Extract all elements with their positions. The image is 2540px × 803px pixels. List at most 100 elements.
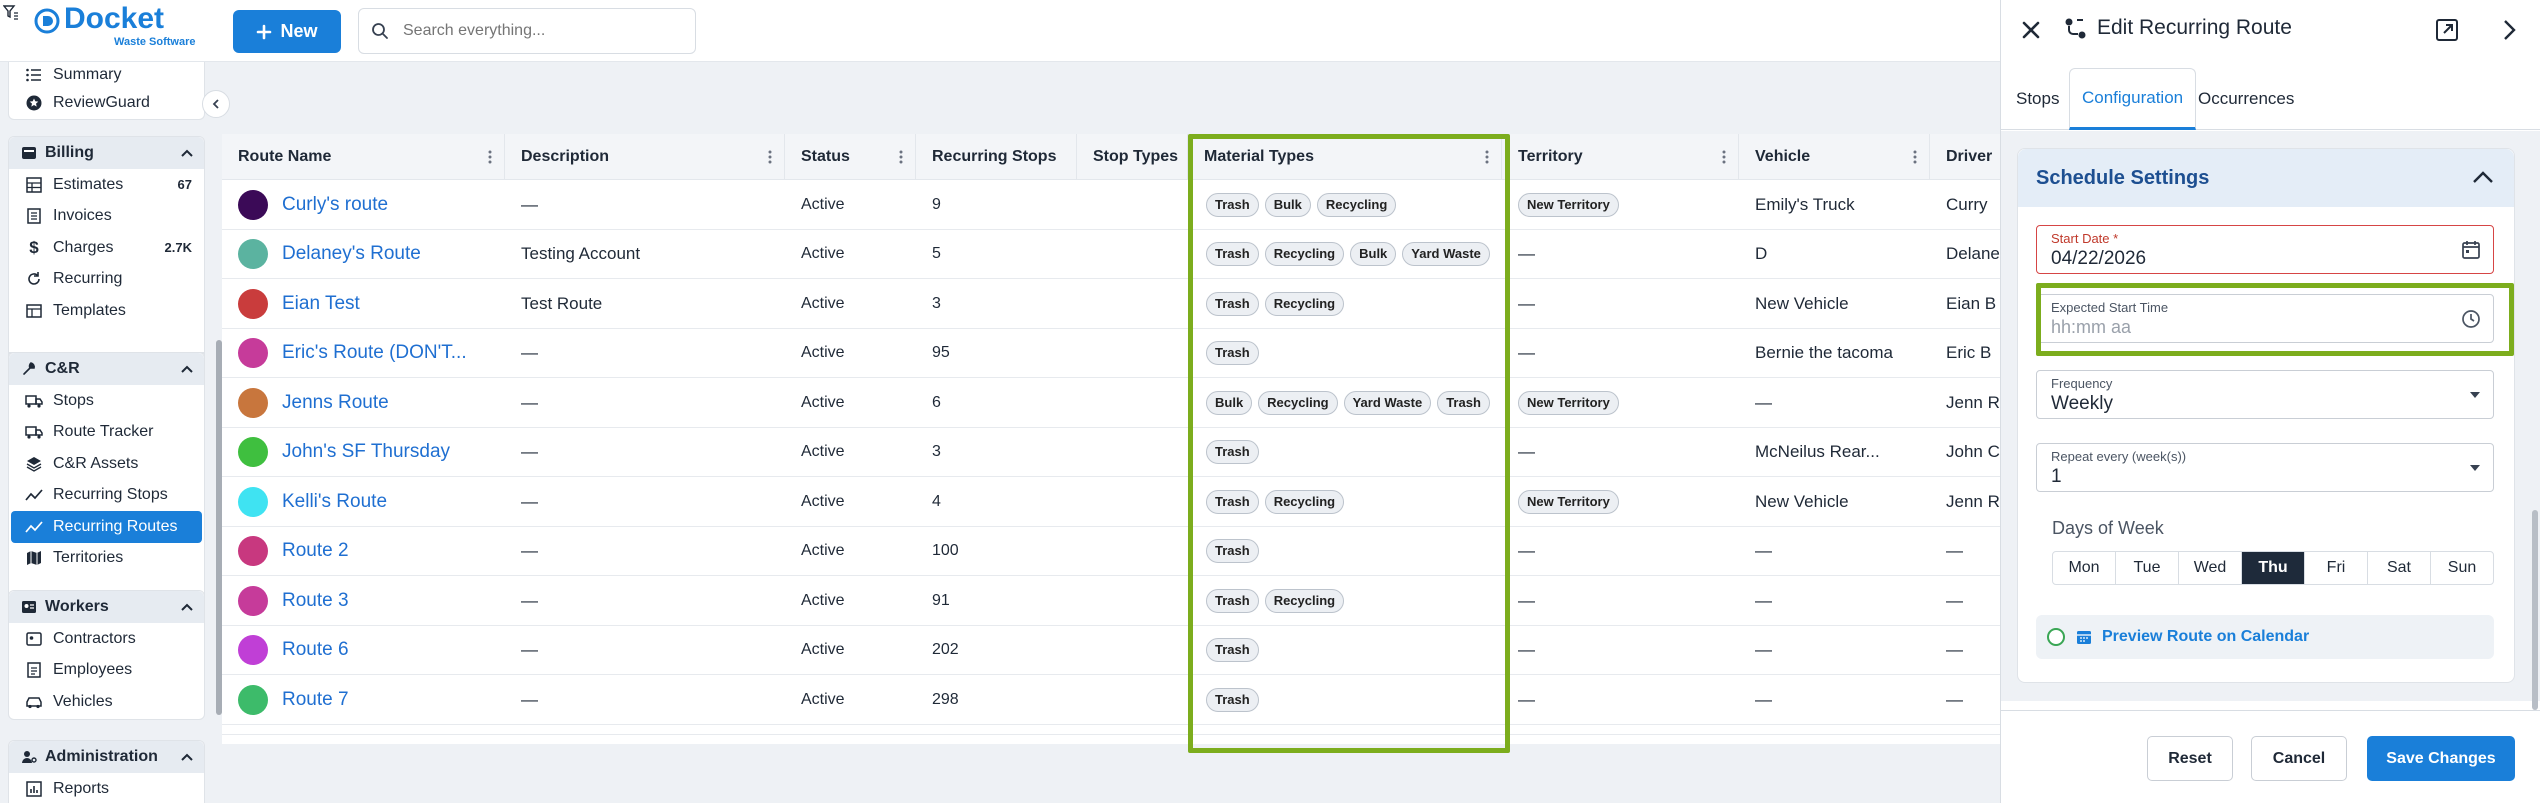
collapse-sidebar-button[interactable] (202, 90, 230, 118)
day-button-sat[interactable]: Sat (2368, 552, 2431, 584)
sidebar-item-employees[interactable]: Employees (9, 655, 204, 687)
sidebar-item-reports[interactable]: Reports (9, 773, 204, 803)
preview-route-row[interactable]: Preview Route on Calendar (2036, 615, 2494, 659)
sidebar-item-cr-assets[interactable]: C&R Assets (9, 448, 204, 480)
app-logo[interactable]: Docket Waste Software (0, 0, 220, 62)
table-row[interactable]: Kelli's Route — Active 4 New Vehicle Jenn R Tr… (222, 477, 2000, 527)
chevron-up-icon[interactable] (2472, 169, 2494, 185)
sidebar-item-reviewguard[interactable]: ReviewGuard (9, 88, 204, 118)
column-menu-icon[interactable] (768, 150, 772, 164)
workers-section-header[interactable]: Workers (9, 591, 204, 623)
sidebar-item-summary[interactable]: Summary (9, 62, 204, 88)
close-icon[interactable] (2021, 20, 2041, 40)
cancel-button[interactable]: Cancel (2251, 736, 2347, 781)
sidebar-item-invoices[interactable]: Invoices (9, 201, 204, 233)
sidebar-item-contractors[interactable]: Contractors (9, 623, 204, 655)
search-box[interactable] (358, 8, 696, 54)
sidebar-item-territories[interactable]: Territories (9, 543, 204, 575)
table-row[interactable]: Delaney's Route Testing Account Active 5 D De… (222, 229, 2000, 279)
chevron-up-icon[interactable] (180, 362, 194, 376)
column-menu-icon[interactable] (488, 150, 492, 164)
chevron-right-icon[interactable] (2501, 18, 2517, 42)
route-name-link[interactable]: Route 6 (282, 639, 349, 661)
frequency-select[interactable]: Frequency Weekly (2036, 370, 2494, 419)
column-header-recurring-stops[interactable]: Recurring Stops (916, 134, 1077, 180)
calendar-icon[interactable] (2461, 240, 2481, 260)
column-header-status[interactable]: Status (785, 134, 916, 180)
preview-route-link[interactable]: Preview Route on Calendar (2102, 628, 2309, 646)
sidebar-item-recurring-routes[interactable]: Recurring Routes (11, 511, 202, 543)
column-menu-icon[interactable] (1722, 150, 1726, 164)
expected-start-time-field[interactable]: Expected Start Time hh:mm aa (2036, 294, 2494, 343)
column-header-description[interactable]: Description (505, 134, 785, 180)
column-header-stop-types[interactable]: Stop Types (1077, 134, 1188, 180)
filter-icon[interactable] (3, 4, 19, 20)
administration-section-header[interactable]: Administration (9, 741, 204, 773)
route-name-link[interactable]: John's SF Thursday (282, 441, 450, 463)
column-header-vehicle[interactable]: Vehicle (1739, 134, 1930, 180)
radio-icon[interactable] (2046, 627, 2066, 647)
table-row[interactable]: Curly's route — Active 9 Emily's Truck Curry T… (222, 180, 2000, 230)
start-date-field[interactable]: Start Date * 04/22/2026 (2036, 225, 2494, 274)
vehicle-cell: D (1755, 244, 1768, 264)
day-button-sun[interactable]: Sun (2431, 552, 2493, 584)
route-name-link[interactable]: Route 3 (282, 590, 349, 612)
billing-section-header[interactable]: Billing (9, 137, 204, 169)
table-row[interactable]: Route 7 — Active 298 — — Trash — (222, 675, 2000, 725)
route-name-link[interactable]: Eian Test (282, 293, 360, 315)
sidebar-item-stops[interactable]: Stops (9, 385, 204, 417)
new-button[interactable]: New (233, 10, 341, 53)
route-name-link[interactable]: Route 7 (282, 689, 349, 711)
repeat-every-select[interactable]: Repeat every (week(s)) 1 (2036, 443, 2494, 492)
route-name-link[interactable]: Jenns Route (282, 392, 389, 414)
route-name-link[interactable]: Kelli's Route (282, 491, 387, 513)
table-row[interactable]: Route 6 — Active 202 — — Trash — (222, 625, 2000, 675)
cr-section-header[interactable]: C&R (9, 353, 204, 385)
route-name-link[interactable]: Curly's route (282, 194, 388, 216)
column-header-driver[interactable]: Driver (1930, 134, 2000, 180)
sidebar-item-route-tracker[interactable]: Route Tracker (9, 417, 204, 449)
column-header-territory[interactable]: Territory (1502, 134, 1739, 180)
chevron-up-icon[interactable] (180, 600, 194, 614)
sidebar-item-recurring-stops[interactable]: Recurring Stops (9, 480, 204, 512)
table-row[interactable]: Route 2 — Active 100 — — Trash — (222, 526, 2000, 576)
chevron-up-icon[interactable] (180, 146, 194, 160)
tab-configuration[interactable]: Configuration (2069, 68, 2197, 130)
search-input[interactable] (403, 22, 663, 40)
save-changes-button[interactable]: Save Changes (2367, 736, 2515, 781)
day-button-thu[interactable]: Thu (2242, 552, 2305, 584)
column-header-route-name[interactable]: Route Name (222, 134, 505, 180)
day-button-mon[interactable]: Mon (2053, 552, 2116, 584)
expand-icon[interactable] (2435, 18, 2459, 42)
clock-icon[interactable] (2461, 309, 2481, 329)
column-menu-icon[interactable] (1913, 150, 1917, 164)
sidebar-item-charges[interactable]: $ Charges 2.7K (9, 232, 204, 264)
sidebar-item-vehicles[interactable]: Vehicles (9, 686, 204, 718)
chevron-up-icon[interactable] (180, 750, 194, 764)
column-header-material-types[interactable]: Material Types (1188, 134, 1502, 180)
sidebar-item-estimates[interactable]: Estimates 67 (9, 169, 204, 201)
route-name-link[interactable]: Route 2 (282, 540, 349, 562)
start-date-value[interactable]: 04/22/2026 (2051, 248, 2146, 270)
column-menu-icon[interactable] (899, 150, 903, 164)
table-row[interactable]: Eric's Route (DON'T... — Active 95 Bernie th… (222, 328, 2000, 378)
tab-occurrences[interactable]: Occurrences (2186, 68, 2306, 130)
table-row[interactable]: John's SF Thursday — Active 3 McNeilus Rear.… (222, 427, 2000, 477)
table-row[interactable]: Eian Test Test Route Active 3 New Vehicle Eia… (222, 279, 2000, 329)
table-row[interactable]: Jenns Route — Active 6 — Jenn R Bulk Recycling Y… (222, 378, 2000, 428)
sidebar-item-recurring[interactable]: Recurring (9, 264, 204, 296)
expected-start-time-input[interactable]: hh:mm aa (2051, 317, 2131, 338)
day-button-fri[interactable]: Fri (2305, 552, 2368, 584)
route-name-link[interactable]: Eric's Route (DON'T... (282, 342, 467, 364)
route-name-link[interactable]: Delaney's Route (282, 243, 421, 265)
day-button-tue[interactable]: Tue (2116, 552, 2179, 584)
column-menu-icon[interactable] (1485, 150, 1489, 164)
table-row[interactable]: Route 3 — Active 91 — — Trash Recycling — (222, 576, 2000, 626)
sidebar-item-templates[interactable]: Templates (9, 295, 204, 327)
reset-button[interactable]: Reset (2147, 736, 2233, 781)
tab-stops[interactable]: Stops (2004, 68, 2071, 130)
schedule-settings-header[interactable]: Schedule Settings (2018, 149, 2514, 207)
day-button-wed[interactable]: Wed (2179, 552, 2242, 584)
panel-scrollbar[interactable] (2532, 510, 2538, 710)
status-cell: Active (801, 690, 845, 708)
